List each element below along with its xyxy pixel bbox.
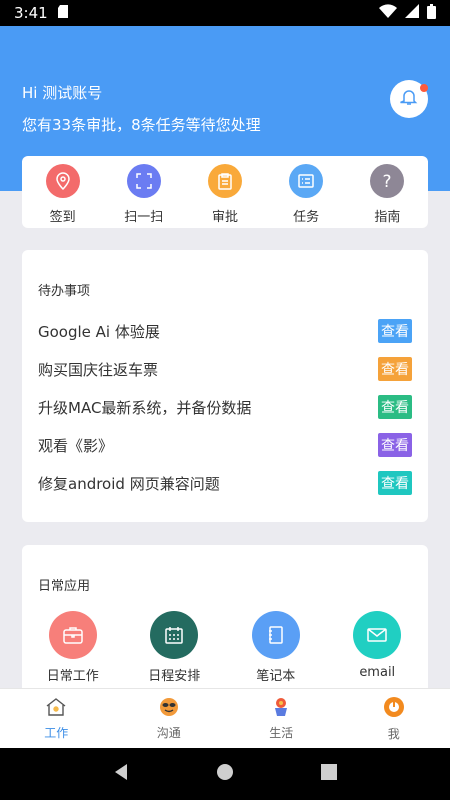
quick-action-label: 任务 — [293, 210, 320, 225]
app-email[interactable]: email — [337, 611, 417, 684]
todo-item: Google Ai 体验展 查看 — [38, 312, 412, 350]
app-notebook[interactable]: 笔记本 — [236, 611, 316, 684]
quick-action-checkin[interactable]: 签到 — [33, 164, 93, 225]
app-schedule[interactable]: 日程安排 — [134, 611, 214, 684]
view-button[interactable]: 查看 — [378, 395, 412, 419]
calendar-icon — [150, 611, 199, 659]
tab-label: 沟通 — [156, 725, 181, 740]
app-label: 日常工作 — [46, 669, 99, 684]
todo-card: 待办事项 Google Ai 体验展 查看 购买国庆往返车票 查看 升级MAC最… — [22, 250, 428, 522]
quick-action-label: 扫一扫 — [124, 210, 164, 225]
mail-icon — [353, 611, 402, 659]
tab-label: 我 — [387, 726, 400, 741]
chat-face-icon — [158, 697, 180, 721]
view-button[interactable]: 查看 — [378, 319, 412, 343]
quick-action-approval[interactable]: 审批 — [195, 164, 255, 225]
question-icon: ? — [370, 164, 405, 198]
view-button[interactable]: 查看 — [378, 433, 412, 457]
todo-item: 购买国庆往返车票 查看 — [38, 350, 412, 388]
sd-card-icon — [57, 4, 68, 22]
scan-icon — [126, 164, 161, 198]
view-button[interactable]: 查看 — [378, 471, 412, 495]
notebook-icon — [251, 611, 300, 659]
todo-item: 观看《影》 查看 — [38, 426, 412, 464]
todo-text: 升级MAC最新系统，并备份数据 — [38, 398, 252, 417]
briefcase-icon — [48, 611, 97, 659]
status-time: 3:41 — [14, 4, 48, 22]
todo-title: 待办事项 — [38, 284, 91, 299]
apps-title: 日常应用 — [38, 579, 91, 594]
tab-communicate[interactable]: 沟通 — [113, 689, 226, 748]
quick-action-task[interactable]: 任务 — [276, 164, 336, 225]
home-icon — [45, 697, 67, 721]
todo-list: Google Ai 体验展 查看 购买国庆往返车票 查看 升级MAC最新系统，并… — [38, 312, 412, 502]
bell-icon — [400, 88, 418, 110]
signal-icon — [405, 4, 419, 22]
tab-life[interactable]: 生活 — [225, 689, 338, 748]
clipboard-icon — [207, 164, 242, 198]
app-label: email — [359, 665, 396, 680]
todo-text: 观看《影》 — [38, 436, 114, 455]
recents-icon[interactable] — [320, 764, 337, 784]
view-button[interactable]: 查看 — [378, 357, 412, 381]
tab-label: 工作 — [44, 725, 69, 740]
status-bar: 3:41 — [0, 0, 450, 26]
tab-me[interactable]: 我 — [338, 689, 450, 748]
wifi-icon — [379, 4, 397, 22]
app-label: 日程安排 — [148, 669, 201, 684]
app-row: 日常工作 日程安排 笔记本 email — [22, 611, 428, 684]
daily-apps-card: 日常应用 日常工作 日程安排 笔记本 email — [22, 545, 428, 705]
tab-work[interactable]: 工作 — [0, 689, 113, 748]
bottom-tab-bar: 工作 沟通 生活 我 — [0, 688, 450, 748]
todo-item: 升级MAC最新系统，并备份数据 查看 — [38, 388, 412, 426]
todo-item: 修复android 网页兼容问题 查看 — [38, 464, 412, 502]
todo-text: 修复android 网页兼容问题 — [38, 474, 220, 493]
notification-button[interactable] — [390, 80, 428, 118]
quick-action-scan[interactable]: 扫一扫 — [114, 164, 174, 225]
todo-text: 购买国庆往返车票 — [38, 360, 159, 379]
avatar-icon — [383, 696, 405, 722]
quick-action-guide[interactable]: ? 指南 — [357, 164, 417, 225]
quick-action-label: 签到 — [49, 210, 76, 225]
svg-text:?: ? — [383, 172, 392, 190]
battery-icon — [427, 3, 436, 23]
notification-dot — [420, 84, 428, 92]
tab-label: 生活 — [269, 725, 294, 740]
app-daily-work[interactable]: 日常工作 — [33, 611, 113, 684]
quick-actions: 签到 扫一扫 审批 任务 ? 指南 — [22, 156, 428, 228]
flower-pot-icon — [270, 697, 292, 721]
task-list-icon — [289, 164, 324, 198]
back-icon[interactable] — [113, 763, 129, 785]
pending-summary: 您有33条审批，8条任务等待您处理 — [22, 116, 261, 134]
greeting-text: Hi 测试账号 — [22, 84, 103, 102]
quick-action-label: 指南 — [374, 210, 401, 225]
app-label: 笔记本 — [256, 669, 296, 684]
home-nav-icon[interactable] — [216, 763, 234, 785]
quick-action-label: 审批 — [211, 210, 238, 225]
location-pin-icon — [45, 164, 80, 198]
todo-text: Google Ai 体验展 — [38, 322, 160, 341]
system-nav-bar — [0, 748, 450, 800]
